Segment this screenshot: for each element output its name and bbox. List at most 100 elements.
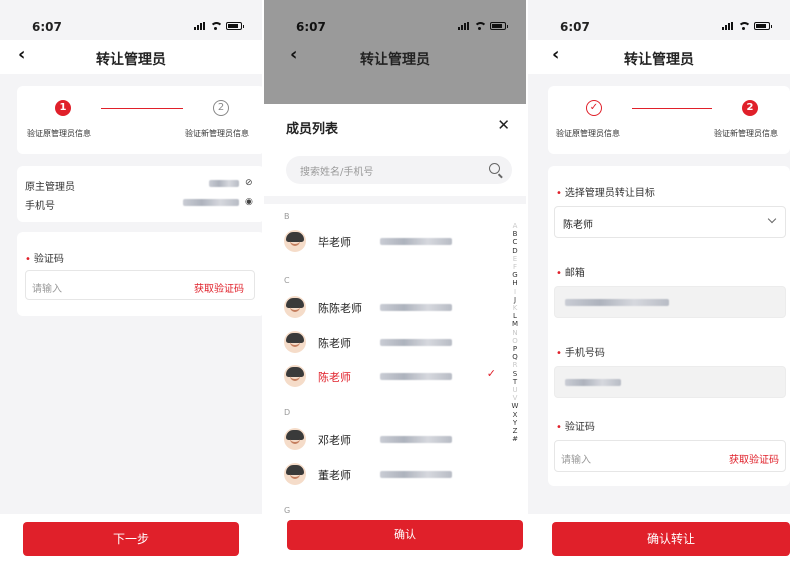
alphabet-index-letter[interactable]: E — [510, 255, 520, 263]
alphabet-index-letter[interactable]: # — [510, 435, 520, 443]
member-row[interactable]: 毕老师 — [284, 230, 496, 256]
alphabet-index-letter[interactable]: P — [510, 345, 520, 353]
dim-overlay[interactable]: 6:07 ‹ 转让管理员 — [264, 0, 526, 104]
alphabet-index-letter[interactable]: H — [510, 279, 520, 287]
alphabet-index-letter[interactable]: S — [510, 370, 520, 378]
alphabet-index-letter[interactable]: X — [510, 411, 520, 419]
wifi-icon — [210, 22, 223, 30]
member-row-selected[interactable]: 陈老师 ✓ — [284, 365, 496, 391]
step-1-label: 验证原管理员信息 — [556, 129, 620, 138]
admin-name-masked — [209, 180, 239, 187]
alphabet-index-letter[interactable]: O — [510, 337, 520, 345]
alphabet-index-letter[interactable]: U — [510, 386, 520, 394]
screen-verify-new-admin: 6:07 ‹ 转让管理员 ✓ 2 验证原管理员信息 验证新管理员信息 • 选择管理… — [528, 0, 790, 572]
target-label: • 选择管理员转让目标 — [556, 188, 655, 199]
eye-icon[interactable]: ◉ — [245, 197, 253, 207]
member-row[interactable]: 陈陈老师 — [284, 296, 496, 322]
wifi-icon — [738, 22, 751, 30]
alphabet-index-letter[interactable]: B — [510, 230, 520, 238]
selected-admin-value: 陈老师 — [563, 220, 593, 231]
code-placeholder: 请输入 — [32, 284, 62, 295]
alphabet-index-letter[interactable]: C — [510, 238, 520, 246]
stepper-card: 1 2 验证原管理员信息 验证新管理员信息 — [17, 86, 262, 154]
avatar — [284, 463, 306, 485]
member-phone-masked — [380, 304, 452, 311]
alphabet-index-letter[interactable]: G — [510, 271, 520, 279]
wifi-icon — [474, 22, 487, 30]
confirm-button[interactable]: 确认 — [287, 520, 523, 550]
alphabet-index-letter[interactable]: K — [510, 304, 520, 312]
step-1-done-indicator: ✓ — [586, 100, 602, 116]
alphabet-index-letter[interactable]: W — [510, 402, 520, 410]
alphabet-index-letter[interactable]: A — [510, 222, 520, 230]
alphabet-index-letter[interactable]: Z — [510, 427, 520, 435]
alphabet-index[interactable]: A B C D E F G H I J K L M N O P Q R S T U V W X Y Z # — [510, 222, 520, 443]
group-letter-c: C — [284, 276, 290, 285]
eye-off-icon[interactable]: ⊘ — [245, 178, 253, 188]
alphabet-index-letter[interactable]: F — [510, 263, 520, 271]
bottom-action-bar: 确认 — [264, 520, 526, 572]
step-2-label: 验证新管理员信息 — [185, 129, 249, 138]
alphabet-index-letter[interactable]: T — [510, 378, 520, 386]
status-time: 6:07 — [560, 20, 590, 34]
nav-bar: ‹ 转让管理员 — [264, 40, 526, 74]
group-letter-g: G — [284, 506, 291, 515]
step-2-label: 验证新管理员信息 — [714, 129, 778, 138]
alphabet-index-letter[interactable]: N — [510, 329, 520, 337]
admin-target-select[interactable]: 陈老师 — [554, 206, 786, 238]
member-row[interactable]: 董老师 — [284, 463, 496, 489]
chevron-down-icon — [767, 214, 777, 224]
alphabet-index-letter[interactable]: V — [510, 394, 520, 402]
member-name: 陈老师 — [318, 337, 351, 350]
signal-icon — [722, 22, 733, 30]
avatar — [284, 331, 306, 353]
step-connector — [632, 108, 712, 109]
group-letter-d: D — [284, 408, 291, 417]
alphabet-index-letter[interactable]: I — [510, 288, 520, 296]
status-time: 6:07 — [296, 20, 326, 34]
bottom-action-bar: 确认转让 — [528, 514, 790, 572]
code-placeholder: 请输入 — [561, 455, 591, 466]
member-name: 毕老师 — [318, 236, 351, 249]
code-input[interactable]: 请输入 获取验证码 — [25, 270, 255, 300]
get-code-button[interactable]: 获取验证码 — [729, 451, 779, 466]
screen-member-list: 6:07 ‹ 转让管理员 成员列表 ✕ 搜索姓名/手机号 B 毕老师 C 陈陈老… — [264, 0, 526, 572]
get-code-button[interactable]: 获取验证码 — [194, 280, 244, 295]
sheet-title: 成员列表 — [286, 122, 339, 137]
alphabet-index-letter[interactable]: R — [510, 361, 520, 369]
search-input[interactable]: 搜索姓名/手机号 — [286, 156, 512, 184]
checkmark-icon: ✓ — [486, 367, 496, 380]
avatar — [284, 296, 306, 318]
member-name: 邓老师 — [318, 434, 351, 447]
member-row[interactable]: 陈老师 — [284, 331, 496, 357]
battery-icon — [490, 22, 508, 30]
code-input[interactable]: 请输入 获取验证码 — [554, 440, 786, 472]
confirm-transfer-button[interactable]: 确认转让 — [552, 522, 790, 556]
phone-masked — [565, 379, 621, 386]
alphabet-index-letter[interactable]: M — [510, 320, 520, 328]
close-icon[interactable]: ✕ — [497, 116, 510, 134]
next-step-button[interactable]: 下一步 — [23, 522, 239, 556]
email-field — [554, 286, 786, 318]
alphabet-index-letter[interactable]: Q — [510, 353, 520, 361]
member-row[interactable]: 邓老师 — [284, 428, 496, 454]
status-bar: 6:07 — [0, 0, 262, 40]
search-placeholder: 搜索姓名/手机号 — [300, 167, 374, 178]
battery-icon — [226, 22, 244, 30]
alphabet-index-letter[interactable]: L — [510, 312, 520, 320]
new-admin-form-card: • 选择管理员转让目标 陈老师 • 邮箱 • 手机号码 • 验证码 请输入 获取验证码 — [548, 166, 790, 486]
member-list-sheet: 成员列表 ✕ 搜索姓名/手机号 B 毕老师 C 陈陈老师 陈老师 陈老师 ✓ D… — [264, 104, 526, 572]
member-phone-masked — [380, 436, 452, 443]
avatar — [284, 365, 306, 387]
alphabet-index-letter[interactable]: D — [510, 247, 520, 255]
avatar — [284, 428, 306, 450]
alphabet-index-letter[interactable]: Y — [510, 419, 520, 427]
code-label: • 验证码 — [25, 254, 64, 265]
step-1-label: 验证原管理员信息 — [27, 129, 91, 138]
signal-icon — [194, 22, 205, 30]
step-2-indicator: 2 — [742, 100, 758, 116]
member-phone-masked — [380, 471, 452, 478]
alphabet-index-letter[interactable]: J — [510, 296, 520, 304]
nav-bar: ‹ 转让管理员 — [0, 40, 262, 74]
member-name: 陈陈老师 — [318, 302, 362, 315]
